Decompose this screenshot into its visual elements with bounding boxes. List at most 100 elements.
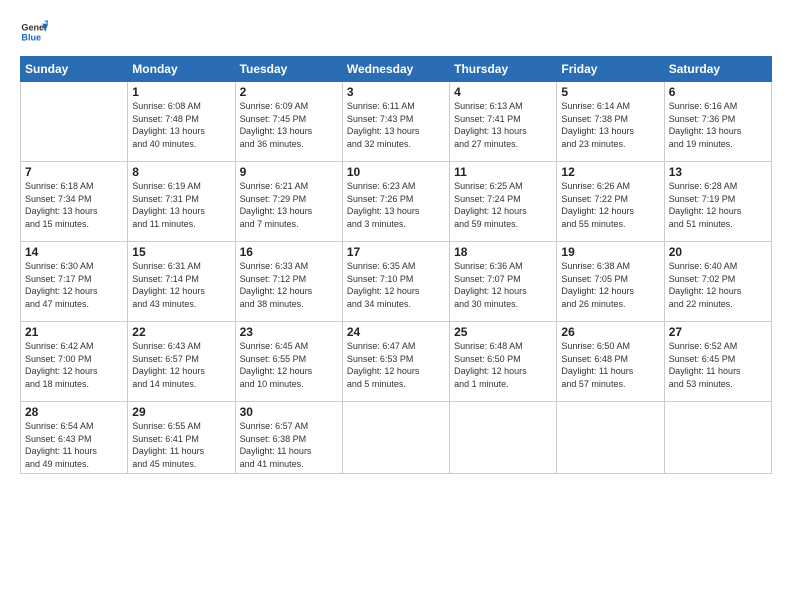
- day-info: Sunrise: 6:31 AM Sunset: 7:14 PM Dayligh…: [132, 260, 230, 310]
- day-info: Sunrise: 6:33 AM Sunset: 7:12 PM Dayligh…: [240, 260, 338, 310]
- day-number: 27: [669, 325, 767, 339]
- day-number: 22: [132, 325, 230, 339]
- day-number: 30: [240, 405, 338, 419]
- calendar-cell: 5Sunrise: 6:14 AM Sunset: 7:38 PM Daylig…: [557, 82, 664, 162]
- day-info: Sunrise: 6:43 AM Sunset: 6:57 PM Dayligh…: [132, 340, 230, 390]
- calendar-cell: 19Sunrise: 6:38 AM Sunset: 7:05 PM Dayli…: [557, 242, 664, 322]
- day-number: 24: [347, 325, 445, 339]
- calendar-cell: 16Sunrise: 6:33 AM Sunset: 7:12 PM Dayli…: [235, 242, 342, 322]
- logo-icon: General Blue: [20, 18, 48, 46]
- calendar-cell: 22Sunrise: 6:43 AM Sunset: 6:57 PM Dayli…: [128, 322, 235, 402]
- calendar-cell: [664, 402, 771, 474]
- calendar-cell: 18Sunrise: 6:36 AM Sunset: 7:07 PM Dayli…: [450, 242, 557, 322]
- day-info: Sunrise: 6:26 AM Sunset: 7:22 PM Dayligh…: [561, 180, 659, 230]
- day-number: 3: [347, 85, 445, 99]
- weekday-friday: Friday: [557, 57, 664, 82]
- day-info: Sunrise: 6:45 AM Sunset: 6:55 PM Dayligh…: [240, 340, 338, 390]
- calendar-table: SundayMondayTuesdayWednesdayThursdayFrid…: [20, 56, 772, 474]
- day-info: Sunrise: 6:19 AM Sunset: 7:31 PM Dayligh…: [132, 180, 230, 230]
- day-info: Sunrise: 6:47 AM Sunset: 6:53 PM Dayligh…: [347, 340, 445, 390]
- day-info: Sunrise: 6:21 AM Sunset: 7:29 PM Dayligh…: [240, 180, 338, 230]
- day-info: Sunrise: 6:16 AM Sunset: 7:36 PM Dayligh…: [669, 100, 767, 150]
- day-info: Sunrise: 6:28 AM Sunset: 7:19 PM Dayligh…: [669, 180, 767, 230]
- day-info: Sunrise: 6:25 AM Sunset: 7:24 PM Dayligh…: [454, 180, 552, 230]
- day-info: Sunrise: 6:38 AM Sunset: 7:05 PM Dayligh…: [561, 260, 659, 310]
- calendar-cell: 24Sunrise: 6:47 AM Sunset: 6:53 PM Dayli…: [342, 322, 449, 402]
- calendar-cell: 8Sunrise: 6:19 AM Sunset: 7:31 PM Daylig…: [128, 162, 235, 242]
- weekday-wednesday: Wednesday: [342, 57, 449, 82]
- calendar-cell: 9Sunrise: 6:21 AM Sunset: 7:29 PM Daylig…: [235, 162, 342, 242]
- day-info: Sunrise: 6:42 AM Sunset: 7:00 PM Dayligh…: [25, 340, 123, 390]
- day-info: Sunrise: 6:23 AM Sunset: 7:26 PM Dayligh…: [347, 180, 445, 230]
- day-number: 17: [347, 245, 445, 259]
- day-number: 4: [454, 85, 552, 99]
- calendar-cell: 23Sunrise: 6:45 AM Sunset: 6:55 PM Dayli…: [235, 322, 342, 402]
- weekday-tuesday: Tuesday: [235, 57, 342, 82]
- calendar-cell: [557, 402, 664, 474]
- day-number: 13: [669, 165, 767, 179]
- day-info: Sunrise: 6:40 AM Sunset: 7:02 PM Dayligh…: [669, 260, 767, 310]
- calendar-cell: 2Sunrise: 6:09 AM Sunset: 7:45 PM Daylig…: [235, 82, 342, 162]
- calendar-cell: 14Sunrise: 6:30 AM Sunset: 7:17 PM Dayli…: [21, 242, 128, 322]
- day-number: 20: [669, 245, 767, 259]
- day-info: Sunrise: 6:08 AM Sunset: 7:48 PM Dayligh…: [132, 100, 230, 150]
- day-info: Sunrise: 6:18 AM Sunset: 7:34 PM Dayligh…: [25, 180, 123, 230]
- day-number: 21: [25, 325, 123, 339]
- calendar-cell: 20Sunrise: 6:40 AM Sunset: 7:02 PM Dayli…: [664, 242, 771, 322]
- day-number: 16: [240, 245, 338, 259]
- day-number: 9: [240, 165, 338, 179]
- calendar-cell: [342, 402, 449, 474]
- day-number: 2: [240, 85, 338, 99]
- calendar-cell: 26Sunrise: 6:50 AM Sunset: 6:48 PM Dayli…: [557, 322, 664, 402]
- day-info: Sunrise: 6:52 AM Sunset: 6:45 PM Dayligh…: [669, 340, 767, 390]
- weekday-sunday: Sunday: [21, 57, 128, 82]
- day-number: 29: [132, 405, 230, 419]
- day-number: 11: [454, 165, 552, 179]
- day-number: 23: [240, 325, 338, 339]
- calendar-cell: 7Sunrise: 6:18 AM Sunset: 7:34 PM Daylig…: [21, 162, 128, 242]
- calendar-cell: 27Sunrise: 6:52 AM Sunset: 6:45 PM Dayli…: [664, 322, 771, 402]
- day-number: 26: [561, 325, 659, 339]
- calendar-cell: [21, 82, 128, 162]
- day-info: Sunrise: 6:50 AM Sunset: 6:48 PM Dayligh…: [561, 340, 659, 390]
- day-info: Sunrise: 6:09 AM Sunset: 7:45 PM Dayligh…: [240, 100, 338, 150]
- calendar-cell: 13Sunrise: 6:28 AM Sunset: 7:19 PM Dayli…: [664, 162, 771, 242]
- calendar-cell: 17Sunrise: 6:35 AM Sunset: 7:10 PM Dayli…: [342, 242, 449, 322]
- weekday-thursday: Thursday: [450, 57, 557, 82]
- svg-text:Blue: Blue: [21, 32, 41, 42]
- day-number: 7: [25, 165, 123, 179]
- day-info: Sunrise: 6:30 AM Sunset: 7:17 PM Dayligh…: [25, 260, 123, 310]
- day-info: Sunrise: 6:55 AM Sunset: 6:41 PM Dayligh…: [132, 420, 230, 470]
- weekday-saturday: Saturday: [664, 57, 771, 82]
- calendar-cell: 28Sunrise: 6:54 AM Sunset: 6:43 PM Dayli…: [21, 402, 128, 474]
- day-number: 28: [25, 405, 123, 419]
- calendar-cell: 3Sunrise: 6:11 AM Sunset: 7:43 PM Daylig…: [342, 82, 449, 162]
- day-info: Sunrise: 6:57 AM Sunset: 6:38 PM Dayligh…: [240, 420, 338, 470]
- day-info: Sunrise: 6:14 AM Sunset: 7:38 PM Dayligh…: [561, 100, 659, 150]
- day-number: 18: [454, 245, 552, 259]
- calendar-cell: 15Sunrise: 6:31 AM Sunset: 7:14 PM Dayli…: [128, 242, 235, 322]
- calendar-cell: [450, 402, 557, 474]
- day-info: Sunrise: 6:35 AM Sunset: 7:10 PM Dayligh…: [347, 260, 445, 310]
- calendar-cell: 4Sunrise: 6:13 AM Sunset: 7:41 PM Daylig…: [450, 82, 557, 162]
- day-number: 14: [25, 245, 123, 259]
- day-info: Sunrise: 6:13 AM Sunset: 7:41 PM Dayligh…: [454, 100, 552, 150]
- day-info: Sunrise: 6:11 AM Sunset: 7:43 PM Dayligh…: [347, 100, 445, 150]
- logo: General Blue: [20, 18, 52, 46]
- calendar-cell: 29Sunrise: 6:55 AM Sunset: 6:41 PM Dayli…: [128, 402, 235, 474]
- day-info: Sunrise: 6:54 AM Sunset: 6:43 PM Dayligh…: [25, 420, 123, 470]
- calendar-cell: 30Sunrise: 6:57 AM Sunset: 6:38 PM Dayli…: [235, 402, 342, 474]
- day-number: 25: [454, 325, 552, 339]
- day-number: 10: [347, 165, 445, 179]
- day-number: 12: [561, 165, 659, 179]
- calendar-cell: 6Sunrise: 6:16 AM Sunset: 7:36 PM Daylig…: [664, 82, 771, 162]
- day-number: 8: [132, 165, 230, 179]
- weekday-header-row: SundayMondayTuesdayWednesdayThursdayFrid…: [21, 57, 772, 82]
- day-number: 1: [132, 85, 230, 99]
- day-info: Sunrise: 6:48 AM Sunset: 6:50 PM Dayligh…: [454, 340, 552, 390]
- day-number: 15: [132, 245, 230, 259]
- calendar-cell: 25Sunrise: 6:48 AM Sunset: 6:50 PM Dayli…: [450, 322, 557, 402]
- day-info: Sunrise: 6:36 AM Sunset: 7:07 PM Dayligh…: [454, 260, 552, 310]
- calendar-cell: 11Sunrise: 6:25 AM Sunset: 7:24 PM Dayli…: [450, 162, 557, 242]
- calendar-cell: 1Sunrise: 6:08 AM Sunset: 7:48 PM Daylig…: [128, 82, 235, 162]
